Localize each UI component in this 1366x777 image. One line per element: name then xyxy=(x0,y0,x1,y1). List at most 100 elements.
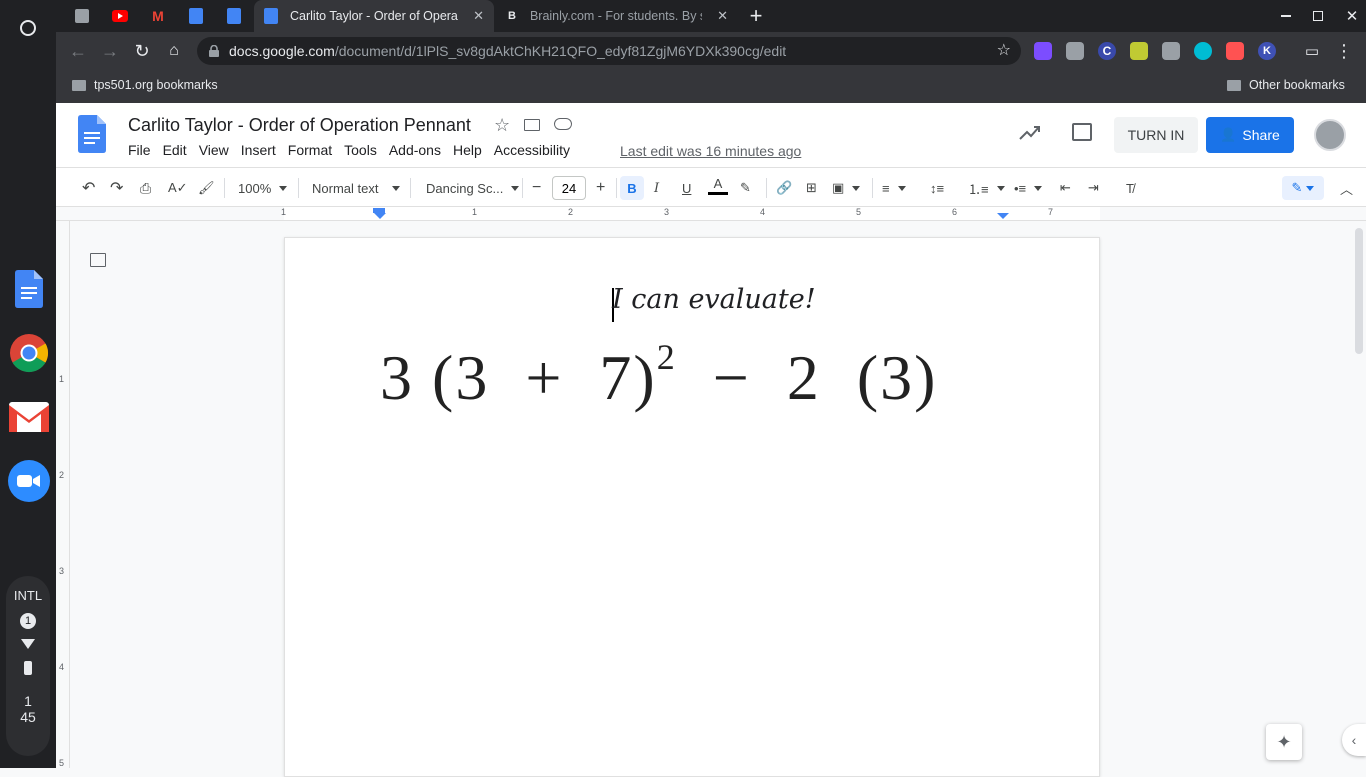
docs-home-button[interactable] xyxy=(78,115,106,153)
numbered-list-button[interactable]: ⒈≡ xyxy=(968,176,1005,200)
menu-view[interactable]: View xyxy=(199,142,229,158)
tab-brainly[interactable]: B Brainly.com - For students. By student… xyxy=(498,0,738,32)
star-icon[interactable]: ☆ xyxy=(494,115,510,136)
new-tab-button[interactable]: + xyxy=(740,3,772,28)
close-window-button[interactable]: ✕ xyxy=(1334,0,1366,32)
extension-k-icon[interactable]: K xyxy=(1258,42,1276,60)
document-outline-icon[interactable] xyxy=(90,253,106,267)
extension-red-arrow-icon[interactable] xyxy=(1226,42,1244,60)
shelf-google-docs[interactable] xyxy=(8,268,50,310)
horizontal-ruler[interactable]: 1 1 2 3 4 5 6 7 xyxy=(56,207,1366,221)
menu-addons[interactable]: Add-ons xyxy=(389,142,441,158)
italic-button[interactable]: I xyxy=(654,176,659,200)
cast-button[interactable]: ▭ xyxy=(1298,37,1326,65)
text-color-button[interactable]: A xyxy=(708,176,728,200)
increase-font-size-button[interactable]: + xyxy=(596,176,605,200)
google-docs-icon xyxy=(227,8,241,24)
comments-icon[interactable] xyxy=(1072,123,1092,141)
spellcheck-icon[interactable]: A✓ xyxy=(168,176,188,200)
launcher-button[interactable] xyxy=(8,8,48,48)
reload-button[interactable]: ↻ xyxy=(128,37,156,65)
insert-image-button[interactable]: ▣ xyxy=(832,176,861,200)
close-tab-icon[interactable]: ✕ xyxy=(473,8,484,24)
home-button[interactable]: ⌂ xyxy=(160,37,188,65)
restore-icon xyxy=(1313,11,1323,21)
menu-edit[interactable]: Edit xyxy=(163,142,187,158)
address-bar[interactable]: docs.google.com/document/d/1lPlS_sv8gdAk… xyxy=(197,37,1021,65)
account-avatar[interactable] xyxy=(1314,119,1346,151)
shelf-chrome[interactable] xyxy=(8,332,50,374)
chrome-icon xyxy=(10,334,49,373)
scrollbar-thumb[interactable] xyxy=(1355,228,1363,354)
highlight-icon[interactable]: ✎ xyxy=(740,176,751,200)
right-indent-marker[interactable] xyxy=(997,213,1009,219)
back-button[interactable]: ← xyxy=(64,37,92,65)
tab-docs-active[interactable]: Carlito Taylor - Order of Operation Penn… xyxy=(254,0,494,32)
extension-copy-icon[interactable] xyxy=(1162,42,1180,60)
menu-help[interactable]: Help xyxy=(453,142,482,158)
print-icon[interactable]: ⎙ xyxy=(140,176,151,200)
bulleted-list-button[interactable]: •≡ xyxy=(1014,176,1043,200)
pinned-tab-docs-1[interactable] xyxy=(180,4,212,28)
vertical-ruler[interactable]: 1 2 3 4 5 xyxy=(56,221,70,768)
menu-accessibility[interactable]: Accessibility xyxy=(494,142,570,158)
increase-indent-icon[interactable]: ⇥ xyxy=(1088,176,1099,200)
paint-format-icon[interactable]: 🖌 xyxy=(198,176,215,200)
menu-insert[interactable]: Insert xyxy=(241,142,276,158)
close-tab-icon[interactable]: ✕ xyxy=(717,8,728,24)
align-button[interactable]: ≡ xyxy=(882,176,906,200)
menu-file[interactable]: File xyxy=(128,142,151,158)
shelf-gmail[interactable] xyxy=(8,396,50,438)
menu-tools[interactable]: Tools xyxy=(344,142,377,158)
minimize-button[interactable] xyxy=(1268,0,1304,32)
extension-puzzle-icon[interactable] xyxy=(1066,42,1084,60)
editing-mode-button[interactable]: ✎ xyxy=(1282,176,1324,200)
extension-teal-icon[interactable] xyxy=(1194,42,1212,60)
pinned-tab-contacts[interactable] xyxy=(66,4,98,28)
extension-c-icon[interactable]: C xyxy=(1098,42,1116,60)
forward-button[interactable]: → xyxy=(96,37,124,65)
line-spacing-icon[interactable]: ↕≡ xyxy=(930,176,944,200)
underline-button[interactable]: U xyxy=(682,176,691,200)
redo-icon[interactable]: ↷ xyxy=(110,176,123,200)
activity-dashboard-icon[interactable] xyxy=(1018,123,1042,148)
document-title[interactable]: Carlito Taylor - Order of Operation Penn… xyxy=(128,115,471,136)
decrease-indent-icon[interactable]: ⇤ xyxy=(1060,176,1071,200)
menu-format[interactable]: Format xyxy=(288,142,332,158)
explore-button[interactable]: ✦ xyxy=(1266,724,1302,760)
chrome-menu-button[interactable]: ⋮ xyxy=(1330,37,1358,65)
dropdown-caret-icon xyxy=(852,186,861,195)
style-select[interactable]: Normal text xyxy=(312,176,401,200)
add-comment-icon[interactable]: ⊞ xyxy=(806,176,817,200)
last-edit-link[interactable]: Last edit was 16 minutes ago xyxy=(620,143,801,159)
font-size-input[interactable]: 24 xyxy=(552,176,586,200)
clear-formatting-icon[interactable]: T̸ xyxy=(1126,176,1134,200)
bookmark-folder-other[interactable]: Other bookmarks xyxy=(1227,78,1345,92)
hide-menus-button[interactable]: ︿ xyxy=(1340,176,1353,200)
home-icon: ⌂ xyxy=(169,42,179,59)
bold-button[interactable]: B xyxy=(620,176,644,200)
extension-purple-icon[interactable] xyxy=(1034,42,1052,60)
link-icon[interactable]: 🔗 xyxy=(776,176,792,200)
share-button[interactable]: 👤 Share xyxy=(1206,117,1294,153)
status-tray[interactable]: INTL 1 1 45 xyxy=(6,576,50,756)
expression-part: 3 (3 + 7) xyxy=(380,342,657,413)
decrease-font-size-button[interactable]: − xyxy=(532,176,541,200)
side-panel-toggle[interactable]: ‹ xyxy=(1342,724,1366,756)
bookmark-folder-tps501[interactable]: tps501.org bookmarks xyxy=(72,78,218,92)
move-folder-icon[interactable] xyxy=(524,119,540,131)
cloud-status-icon[interactable] xyxy=(554,118,572,130)
bookmark-star-icon[interactable]: ☆ xyxy=(997,40,1011,60)
pinned-tab-youtube[interactable] xyxy=(104,4,136,28)
font-select[interactable]: Dancing Sc... xyxy=(426,176,520,200)
left-indent-marker[interactable] xyxy=(374,213,386,219)
shelf-zoom[interactable] xyxy=(8,460,50,502)
pinned-tab-gmail[interactable]: M xyxy=(142,4,174,28)
document-page[interactable] xyxy=(284,237,1100,777)
restore-button[interactable] xyxy=(1300,0,1336,32)
turn-in-button[interactable]: TURN IN xyxy=(1114,117,1198,153)
pinned-tab-docs-2[interactable] xyxy=(218,4,250,28)
extension-trophy-icon[interactable] xyxy=(1130,42,1148,60)
zoom-select[interactable]: 100% xyxy=(238,176,288,200)
undo-icon[interactable]: ↶ xyxy=(82,176,95,200)
